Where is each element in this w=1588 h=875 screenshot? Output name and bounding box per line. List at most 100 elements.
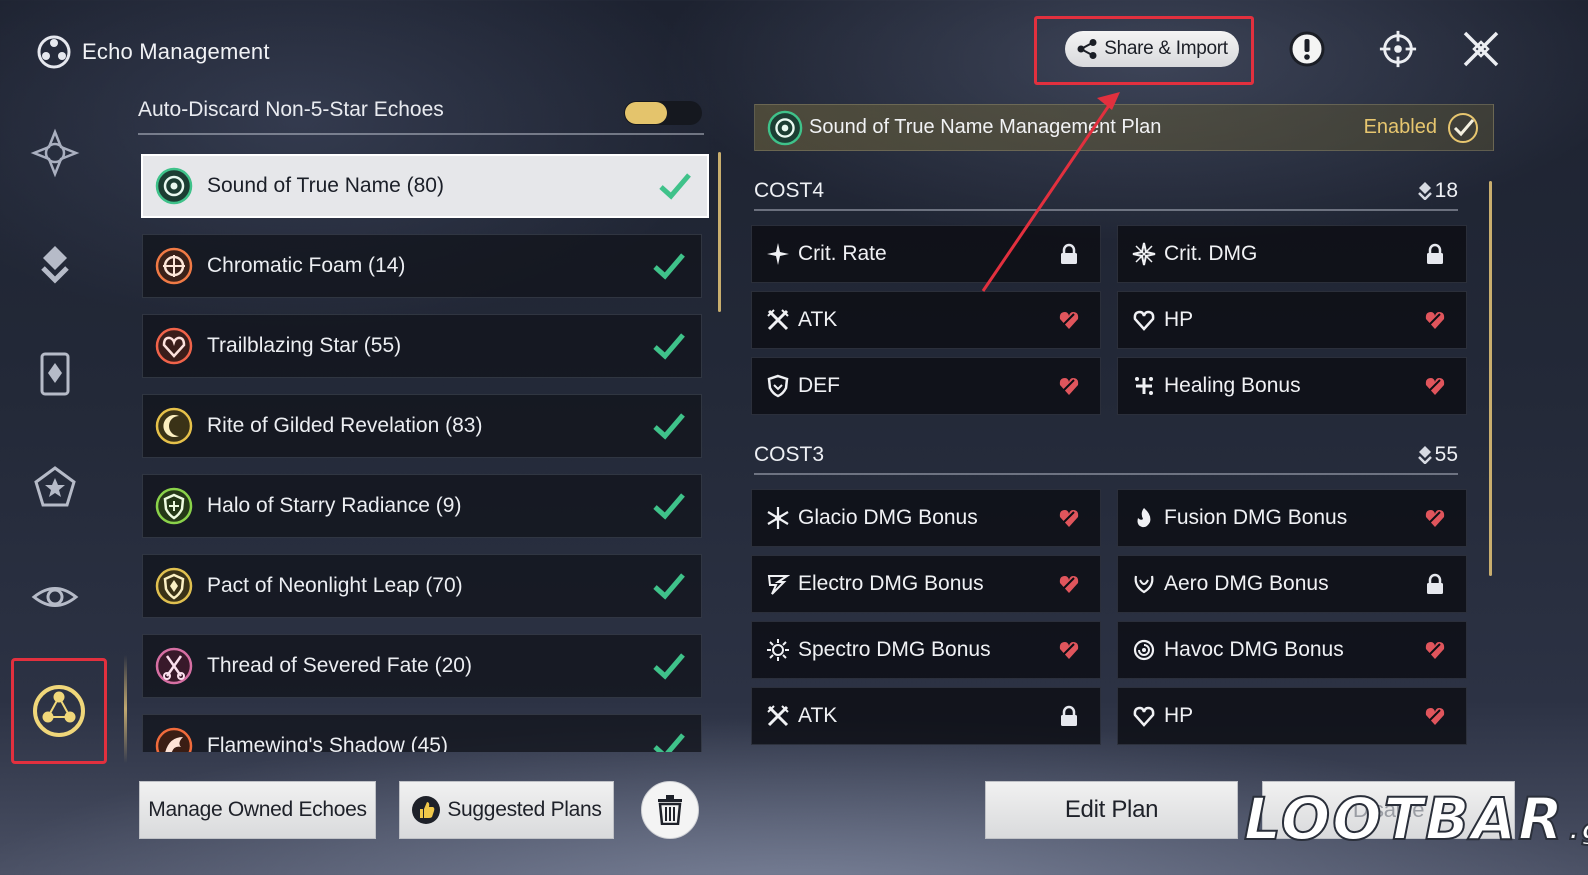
echo-set-label: Chromatic Foam (14) bbox=[207, 254, 406, 277]
discard-heart-icon bbox=[1425, 510, 1445, 527]
check-icon bbox=[653, 733, 685, 752]
echo-set-item[interactable]: Chromatic Foam (14) bbox=[142, 234, 702, 298]
locate-button[interactable] bbox=[1378, 28, 1418, 70]
echo-set-label: Halo of Starry Radiance (9) bbox=[207, 494, 462, 517]
suggested-plans-button[interactable]: Suggested Plans bbox=[399, 781, 614, 839]
edit-plan-button[interactable]: Edit Plan bbox=[985, 781, 1238, 839]
lock-icon bbox=[1061, 243, 1077, 264]
stat-label: Havoc DMG Bonus bbox=[1164, 638, 1344, 661]
auto-discard-toggle[interactable] bbox=[624, 101, 702, 125]
stat-card[interactable]: DEF bbox=[751, 357, 1101, 415]
echo-set-label: Rite of Gilded Revelation (83) bbox=[207, 414, 483, 437]
app-header: Echo Management bbox=[34, 32, 270, 72]
stat-card[interactable]: ATK bbox=[751, 687, 1101, 745]
stat-card[interactable]: Fusion DMG Bonus bbox=[1117, 489, 1467, 547]
echo-set-item[interactable]: Sound of True Name (80) bbox=[141, 154, 709, 218]
gold-crescent-icon bbox=[155, 407, 193, 445]
stat-label: HP bbox=[1164, 308, 1194, 331]
heart-star-icon bbox=[155, 327, 193, 365]
echo-set-item[interactable]: Flamewing's Shadow (45) bbox=[142, 714, 702, 752]
def-icon bbox=[767, 374, 789, 398]
stat-label: DEF bbox=[798, 374, 840, 397]
check-icon bbox=[653, 333, 685, 360]
stat-label: ATK bbox=[798, 308, 838, 331]
discard-heart-icon bbox=[1059, 378, 1079, 395]
stat-card[interactable]: HP bbox=[1117, 687, 1467, 745]
stat-label: Fusion DMG Bonus bbox=[1164, 506, 1348, 529]
cost4-title: COST4 bbox=[754, 179, 825, 202]
sidebar-item-resonator[interactable] bbox=[26, 124, 84, 182]
plan-banner: Sound of True Name Management Plan Enabl… bbox=[754, 104, 1494, 151]
share-import-button[interactable]: Share & Import bbox=[1065, 31, 1239, 67]
gold-shield-icon bbox=[155, 567, 193, 605]
check-icon bbox=[653, 413, 685, 440]
suggested-plans-label: Suggested Plans bbox=[447, 798, 602, 821]
hp-icon bbox=[1133, 706, 1155, 727]
havoc-icon bbox=[1133, 639, 1155, 661]
check-icon bbox=[659, 173, 691, 200]
sidebar-item-echo-management[interactable] bbox=[11, 658, 107, 764]
stat-panel: COST4 18 Crit. Rate Crit. DMG ATK HP DEF… bbox=[750, 165, 1470, 755]
cost-stack-icon bbox=[1417, 182, 1432, 200]
info-button[interactable] bbox=[1287, 28, 1327, 70]
echo-set-item[interactable]: Thread of Severed Fate (20) bbox=[142, 634, 702, 698]
cost3-count-value: 55 bbox=[1434, 443, 1458, 466]
cost3-count: 55 bbox=[1417, 443, 1458, 467]
flame-wing-icon bbox=[155, 727, 193, 752]
stat-card[interactable]: Crit. DMG bbox=[1117, 225, 1467, 283]
sidebar-item-inventory[interactable] bbox=[26, 345, 84, 403]
discard-heart-icon bbox=[1059, 642, 1079, 659]
check-icon bbox=[653, 253, 685, 280]
stat-panel-scrollbar[interactable] bbox=[1489, 181, 1492, 576]
delete-button[interactable] bbox=[641, 781, 699, 839]
plan-status: Enabled bbox=[1363, 116, 1437, 138]
sidebar-divider bbox=[124, 655, 127, 763]
edit-plan-label: Edit Plan bbox=[1064, 796, 1159, 823]
manage-owned-echoes-button[interactable]: Manage Owned Echoes bbox=[139, 781, 376, 839]
echo-set-item[interactable]: Trailblazing Star (55) bbox=[142, 314, 702, 378]
cost4-count-value: 18 bbox=[1434, 179, 1458, 202]
echo-list-scrollbar[interactable] bbox=[718, 152, 721, 312]
crosshair-icon bbox=[1379, 30, 1417, 68]
green-target-icon bbox=[767, 110, 803, 145]
exclamation-icon bbox=[1289, 31, 1325, 67]
stat-card[interactable]: ATK bbox=[751, 291, 1101, 349]
stat-card[interactable]: HP bbox=[1117, 291, 1467, 349]
stat-label: Glacio DMG Bonus bbox=[798, 506, 978, 529]
stat-card[interactable]: Havoc DMG Bonus bbox=[1117, 621, 1467, 679]
echo-ring-icon bbox=[37, 35, 71, 69]
green-target-icon bbox=[155, 167, 193, 205]
stat-card[interactable]: Glacio DMG Bonus bbox=[751, 489, 1101, 547]
stat-card[interactable]: Healing Bonus bbox=[1117, 357, 1467, 415]
sidebar-item-terminal[interactable] bbox=[26, 568, 84, 626]
check-circle-icon[interactable] bbox=[1447, 112, 1479, 144]
stat-label: ATK bbox=[798, 704, 838, 727]
echo-set-item[interactable]: Pact of Neonlight Leap (70) bbox=[142, 554, 702, 618]
card-icon bbox=[40, 352, 70, 396]
sidebar-item-data-bank[interactable] bbox=[26, 458, 84, 516]
echo-set-item[interactable]: Halo of Starry Radiance (9) bbox=[142, 474, 702, 538]
lock-icon bbox=[1427, 243, 1443, 264]
stat-card[interactable]: Electro DMG Bonus bbox=[751, 555, 1101, 613]
share-import-label: Share & Import bbox=[1104, 38, 1228, 59]
cost4-header: COST4 18 bbox=[754, 165, 1458, 211]
echo-set-item[interactable]: Rite of Gilded Revelation (83) bbox=[142, 394, 702, 458]
echo-set-label: Trailblazing Star (55) bbox=[207, 334, 402, 357]
fusion-icon bbox=[1137, 508, 1151, 528]
thumbs-up-icon bbox=[412, 796, 441, 824]
manage-owned-echoes-label: Manage Owned Echoes bbox=[148, 798, 367, 821]
green-shield-icon bbox=[155, 487, 193, 525]
stat-label: Electro DMG Bonus bbox=[798, 572, 984, 595]
cost3-header: COST3 55 bbox=[754, 429, 1458, 475]
cost3-title: COST3 bbox=[754, 443, 825, 466]
stat-card[interactable]: Aero DMG Bonus bbox=[1117, 555, 1467, 613]
sidebar-item-weapon[interactable] bbox=[26, 236, 84, 294]
stat-card[interactable]: Crit. Rate bbox=[751, 225, 1101, 283]
check-icon bbox=[653, 653, 685, 680]
hp-icon bbox=[1133, 310, 1155, 331]
trash-icon bbox=[658, 795, 682, 825]
stat-card[interactable]: Spectro DMG Bonus bbox=[751, 621, 1101, 679]
stat-label: Aero DMG Bonus bbox=[1164, 572, 1329, 595]
stat-label: HP bbox=[1164, 704, 1194, 727]
close-button[interactable] bbox=[1461, 28, 1501, 70]
